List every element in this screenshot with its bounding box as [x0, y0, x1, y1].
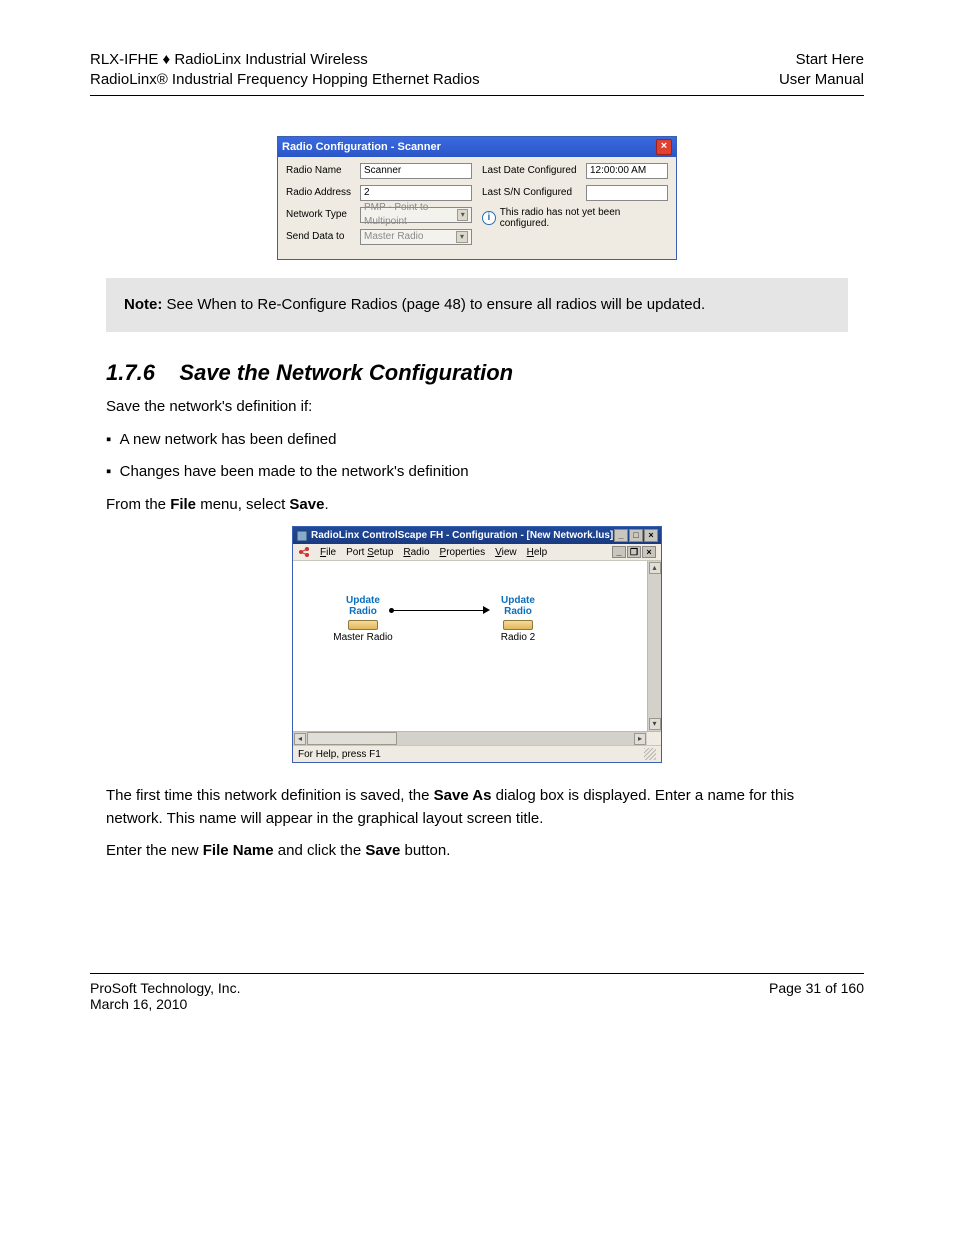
update-label: Update: [333, 596, 393, 607]
menu-instruction: From the File menu, select Save.: [106, 494, 848, 517]
menu-radio[interactable]: Radio: [403, 547, 429, 558]
header-left-2: RadioLinx® Industrial Frequency Hopping …: [90, 70, 480, 90]
network-canvas[interactable]: Update Radio Master Radio Update Radio R…: [293, 561, 661, 731]
chevron-down-icon[interactable]: ▾: [456, 231, 468, 243]
page-header: RLX-IFHE ♦ RadioLinx Industrial Wireless…: [90, 50, 864, 91]
radio-2-node[interactable]: Update Radio Radio 2: [488, 596, 548, 643]
network-type-label: Network Type: [286, 209, 356, 220]
menu-file[interactable]: File: [320, 547, 336, 558]
note-text: See When to Re-Configure Radios (page 48…: [162, 296, 705, 313]
page-footer: ProSoft Technology, Inc. March 16, 2010 …: [90, 973, 864, 1012]
dialog-title-text: Radio Configuration - Scanner: [282, 141, 441, 153]
node-caption: Radio 2: [488, 632, 548, 643]
radio-label: Radio: [333, 607, 393, 618]
radio-icon: [503, 620, 533, 630]
header-right-1: Start Here: [779, 50, 864, 70]
resize-grip-icon[interactable]: [644, 748, 656, 760]
radio-config-dialog: Radio Configuration - Scanner × Radio Na…: [277, 136, 677, 260]
network-type-value: PMP - Point to Multipoint: [364, 201, 457, 229]
send-data-to-select[interactable]: Master Radio ▾: [360, 229, 472, 245]
section-heading: 1.7.6 Save the Network Configuration: [106, 360, 848, 386]
update-label: Update: [488, 596, 548, 607]
section-para: Save the network's definition if:: [106, 396, 848, 419]
doc-icon: [298, 546, 310, 558]
close-icon[interactable]: ×: [656, 139, 672, 155]
link-line: [393, 610, 485, 611]
after-para-2: Enter the new File Name and click the Sa…: [106, 840, 848, 863]
scroll-left-icon[interactable]: ◂: [294, 733, 306, 745]
section-number: 1.7.6: [106, 360, 155, 385]
scroll-down-icon[interactable]: ▾: [649, 718, 661, 730]
app-icon: [296, 530, 308, 542]
minimize-icon[interactable]: _: [614, 529, 628, 542]
statusbar: For Help, press F1: [293, 745, 661, 762]
chevron-down-icon[interactable]: ▾: [457, 209, 468, 221]
status-text: For Help, press F1: [298, 749, 381, 760]
last-date-input[interactable]: 12:00:00 AM: [586, 163, 668, 179]
mdi-close-icon[interactable]: ×: [642, 546, 656, 558]
info-text: This radio has not yet been configured.: [500, 207, 668, 229]
note-label: Note:: [124, 296, 162, 313]
radio-address-input[interactable]: 2: [360, 185, 472, 201]
master-radio-node[interactable]: Update Radio Master Radio: [333, 596, 393, 643]
note-block: Note: See When to Re-Configure Radios (p…: [106, 278, 848, 333]
last-sn-label: Last S/N Configured: [482, 187, 582, 198]
radio-address-label: Radio Address: [286, 187, 356, 198]
radio-label: Radio: [488, 607, 548, 618]
dialog-titlebar[interactable]: Radio Configuration - Scanner ×: [278, 137, 676, 157]
send-data-to-value: Master Radio: [364, 230, 423, 244]
vertical-scrollbar[interactable]: ▴ ▾: [647, 561, 661, 731]
controlscape-window: RadioLinx ControlScape FH - Configuratio…: [292, 526, 662, 763]
scroll-right-icon[interactable]: ▸: [634, 733, 646, 745]
network-type-select[interactable]: PMP - Point to Multipoint ▾: [360, 207, 472, 223]
header-rule: [90, 95, 864, 96]
menu-view[interactable]: View: [495, 547, 517, 558]
scroll-thumb[interactable]: [307, 732, 397, 745]
last-date-label: Last Date Configured: [482, 165, 582, 176]
menubar: File Port Setup Radio Properties View He…: [293, 544, 661, 561]
radio-name-input[interactable]: Scanner: [360, 163, 472, 179]
header-left-1: RLX-IFHE ♦ RadioLinx Industrial Wireless: [90, 50, 480, 70]
radio-icon: [348, 620, 378, 630]
menu-port-setup[interactable]: Port Setup: [346, 547, 393, 558]
last-sn-input[interactable]: [586, 185, 668, 201]
footer-date: March 16, 2010: [90, 996, 240, 1012]
menu-properties[interactable]: Properties: [440, 547, 486, 558]
menu-help[interactable]: Help: [527, 547, 548, 558]
maximize-icon[interactable]: □: [629, 529, 643, 542]
mdi-minimize-icon[interactable]: _: [612, 546, 626, 558]
info-icon: i: [482, 211, 496, 225]
after-para-1: The first time this network definition i…: [106, 785, 848, 830]
window-title-text: RadioLinx ControlScape FH - Configuratio…: [311, 530, 613, 541]
close-icon[interactable]: ×: [644, 529, 658, 542]
mdi-restore-icon[interactable]: ❐: [627, 546, 641, 558]
bullet-2: ▪ Changes have been made to the network'…: [106, 461, 848, 484]
arrow-right-icon: [483, 606, 490, 614]
horizontal-scrollbar[interactable]: ◂ ▸: [293, 731, 661, 745]
scroll-up-icon[interactable]: ▴: [649, 562, 661, 574]
header-right-2: User Manual: [779, 70, 864, 90]
footer-left: ProSoft Technology, Inc.: [90, 980, 240, 996]
window-titlebar[interactable]: RadioLinx ControlScape FH - Configuratio…: [293, 527, 661, 544]
radio-name-label: Radio Name: [286, 165, 356, 176]
send-data-to-label: Send Data to: [286, 231, 356, 242]
node-caption: Master Radio: [333, 632, 393, 643]
section-title: Save the Network Configuration: [179, 360, 513, 385]
bullet-1: ▪ A new network has been defined: [106, 429, 848, 452]
footer-right: Page 31 of 160: [769, 980, 864, 1012]
